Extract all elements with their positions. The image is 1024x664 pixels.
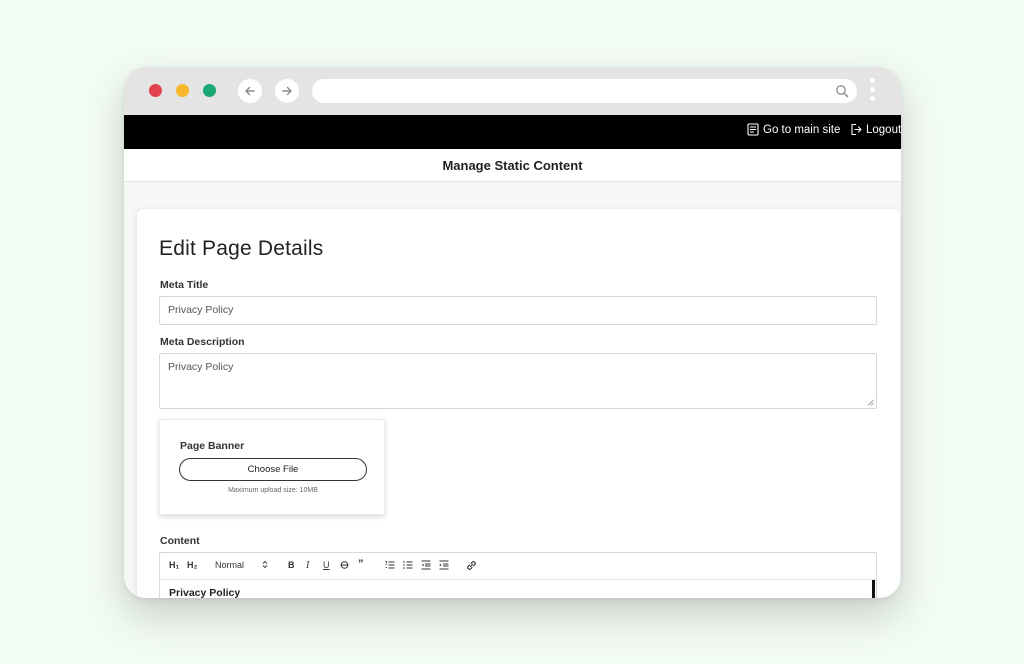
blockquote-button[interactable]: ” (358, 558, 364, 570)
form-title: Edit Page Details (159, 237, 324, 260)
close-window-button[interactable] (149, 84, 162, 97)
arrow-right-icon (282, 86, 292, 96)
outdent-icon[interactable] (421, 560, 431, 570)
bullet-list-icon[interactable] (403, 560, 413, 570)
link-icon[interactable] (466, 560, 477, 571)
logout-icon (851, 123, 862, 136)
forward-button[interactable] (275, 79, 299, 103)
editor-content[interactable]: Privacy Policy (169, 587, 240, 598)
choose-file-button[interactable]: Choose File (179, 458, 367, 481)
resize-handle-icon[interactable] (867, 399, 874, 406)
go-to-main-site-label: Go to main site (763, 123, 841, 136)
rich-text-editor: H₁ H₂ Normal B I U ” Privacy Policy (159, 552, 877, 598)
meta-title-value: Privacy Policy (168, 304, 234, 316)
upload-size-hint: Maximum upload size: 10MB (228, 487, 318, 494)
editor-scrollbar[interactable] (872, 580, 875, 598)
page-title: Manage Static Content (124, 149, 901, 182)
arrow-left-icon (245, 86, 255, 96)
page-banner-label: Page Banner (180, 440, 245, 452)
document-icon (747, 123, 759, 136)
meta-description-textarea[interactable]: Privacy Policy (159, 353, 877, 409)
meta-title-input[interactable]: Privacy Policy (159, 296, 877, 325)
address-bar[interactable] (312, 79, 857, 103)
ordered-list-icon[interactable] (385, 560, 395, 570)
underline-button[interactable]: U (323, 560, 330, 570)
bold-button[interactable]: B (288, 560, 295, 570)
select-caret-icon[interactable] (262, 560, 268, 569)
maximize-window-button[interactable] (203, 84, 216, 97)
browser-menu-button[interactable] (868, 78, 876, 104)
admin-topbar: Go to main site Logout (124, 115, 901, 149)
meta-title-label: Meta Title (160, 279, 209, 291)
menu-dot-icon (869, 87, 875, 92)
search-icon (836, 85, 849, 98)
strikethrough-icon[interactable] (340, 560, 349, 570)
edit-page-card: Edit Page Details Meta Title Privacy Pol… (137, 209, 900, 598)
heading-2-button[interactable]: H₂ (187, 560, 198, 570)
editor-toolbar: H₁ H₂ Normal B I U ” (160, 553, 876, 580)
meta-description-value: Privacy Policy (168, 361, 234, 373)
indent-icon[interactable] (439, 560, 449, 570)
browser-window: Go to main site Logout Manage Static Con… (124, 67, 901, 598)
logout-label: Logout (866, 123, 901, 136)
minimize-window-button[interactable] (176, 84, 189, 97)
logout-link[interactable]: Logout (850, 123, 901, 136)
menu-dot-icon (869, 78, 875, 83)
text-format-select[interactable]: Normal (215, 560, 244, 570)
back-button[interactable] (238, 79, 262, 103)
page-banner-upload: Page Banner Choose File Maximum upload s… (159, 419, 385, 515)
go-to-main-site-link[interactable]: Go to main site (747, 123, 840, 136)
menu-dot-icon (869, 96, 875, 101)
italic-button[interactable]: I (306, 560, 309, 571)
browser-chrome (124, 67, 901, 115)
heading-1-button[interactable]: H₁ (169, 560, 179, 570)
content-label: Content (160, 535, 200, 547)
meta-description-label: Meta Description (160, 336, 245, 348)
